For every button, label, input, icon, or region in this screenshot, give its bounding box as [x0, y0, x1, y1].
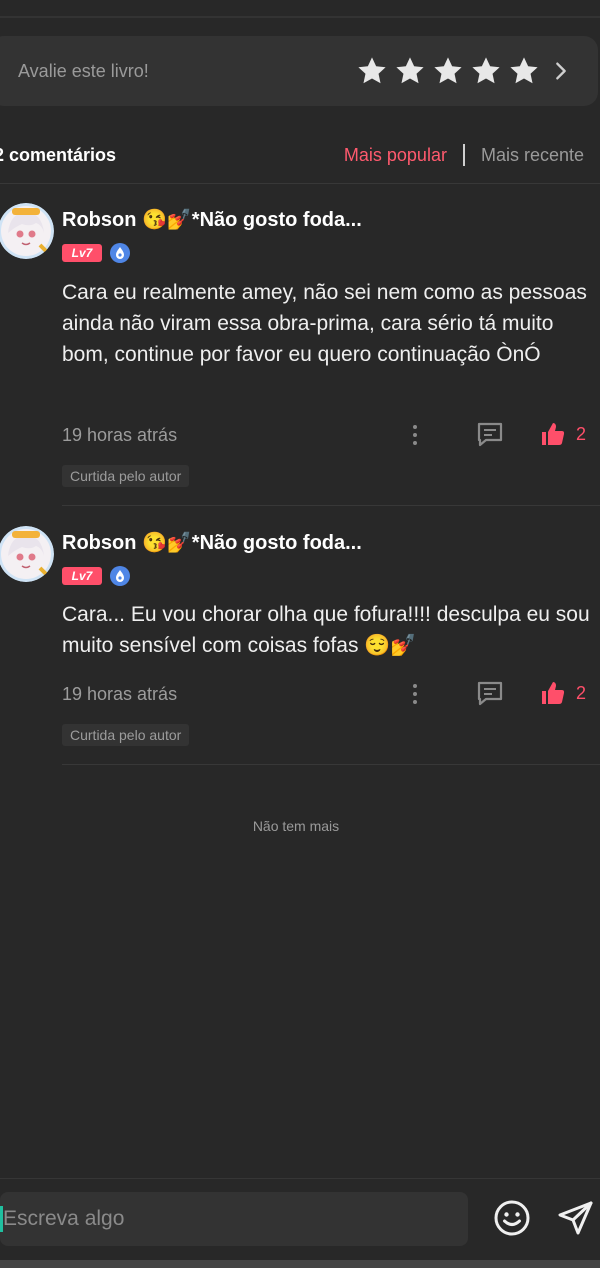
sort-options: Mais popular Mais recente [344, 144, 600, 166]
comment-composer [0, 1192, 468, 1246]
verified-badge-icon [110, 243, 130, 263]
comment-meta: 19 horas atrás 2 [62, 680, 600, 708]
rate-book-label: Avalie este livro! [18, 60, 149, 81]
comments-header: 2 comentários Mais popular Mais recente [0, 140, 600, 170]
liked-by-author-tag: Curtida pelo autor [62, 465, 190, 487]
like-count: 2 [576, 423, 587, 444]
header-divider [0, 183, 600, 184]
comment-author[interactable]: Robson 😘💅*Não gosto foda... [62, 207, 362, 232]
star-icon[interactable] [432, 55, 464, 87]
rate-book-card[interactable]: Avalie este livro! [0, 36, 598, 106]
star-icon[interactable] [470, 55, 502, 87]
chevron-right-icon[interactable] [550, 60, 572, 82]
star-icon[interactable] [356, 55, 388, 87]
user-badges: Lv7 [62, 566, 130, 586]
more-options-icon[interactable] [410, 682, 420, 706]
comment-input[interactable] [3, 1194, 443, 1244]
level-badge: Lv7 [62, 567, 102, 585]
system-navigation-bar [0, 1260, 600, 1268]
end-of-list-message: Não tem mais [252, 818, 340, 834]
like-count: 2 [576, 682, 587, 703]
comment-divider [62, 764, 600, 765]
user-badges: Lv7 [62, 243, 130, 263]
comment-time: 19 horas atrás [62, 424, 178, 445]
reply-icon[interactable] [476, 421, 504, 447]
sort-recent-tab[interactable]: Mais recente [481, 145, 584, 166]
comment-meta: 19 horas atrás 2 [62, 421, 600, 449]
comment-divider [62, 505, 600, 506]
top-divider [0, 16, 600, 18]
comments-count: 2 comentários [0, 144, 117, 165]
thumbs-up-icon [542, 423, 565, 445]
smiley-icon[interactable] [492, 1198, 532, 1238]
comment-text: Cara eu realmente amey, não sei nem como… [62, 281, 587, 366]
sort-separator [462, 144, 465, 166]
composer-divider [0, 1178, 600, 1179]
verified-badge-icon [110, 566, 130, 586]
like-button[interactable]: 2 [540, 421, 586, 447]
sort-popular-tab[interactable]: Mais popular [344, 145, 447, 166]
star-icon[interactable] [508, 55, 540, 87]
avatar[interactable] [0, 203, 54, 259]
thumbs-up-icon [542, 682, 565, 704]
comment-time: 19 horas atrás [62, 683, 178, 704]
star-rating[interactable] [356, 55, 572, 87]
avatar[interactable] [0, 526, 54, 582]
liked-by-author-tag: Curtida pelo autor [62, 724, 190, 746]
star-icon[interactable] [394, 55, 426, 87]
comment-text: Cara... Eu vou chorar olha que fofura!!!… [62, 603, 590, 657]
level-badge: Lv7 [62, 244, 102, 262]
comment-author[interactable]: Robson 😘💅*Não gosto foda... [62, 530, 362, 555]
more-options-icon[interactable] [410, 423, 420, 447]
like-button[interactable]: 2 [540, 680, 586, 706]
reply-icon[interactable] [476, 680, 504, 706]
send-icon[interactable] [556, 1198, 596, 1238]
